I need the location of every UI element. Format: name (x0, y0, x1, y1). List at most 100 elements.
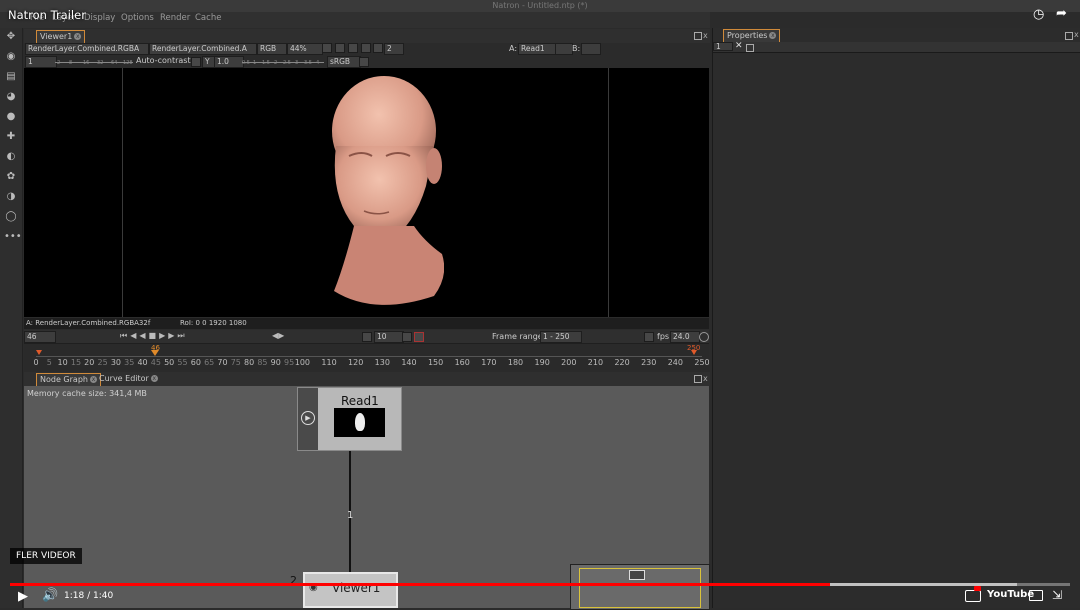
gain-field[interactable]: 1 (25, 56, 57, 68)
node-graph-canvas[interactable]: Memory cache size: 341,4 MB 1 ▶ Read1 2 … (24, 386, 710, 610)
timeline-tick-label: 20 (84, 358, 95, 367)
proxy-level-dropdown[interactable]: 2 (384, 43, 404, 55)
auto-contrast-label: Auto-contrast: (136, 56, 194, 65)
filter-tool-icon[interactable]: ● (4, 110, 18, 124)
play-icon[interactable]: ▶ (18, 589, 28, 604)
refresh-button[interactable] (348, 43, 358, 53)
float-pane-icon[interactable] (694, 375, 702, 383)
gamma-slider[interactable]: 0.5 1 1.5 2 2.5 3 3.5 4 (242, 56, 324, 67)
close-pane-icon[interactable]: x (1074, 30, 1079, 39)
float-pane-icon[interactable] (1065, 32, 1073, 40)
play-forward-icon[interactable]: ▶ (159, 331, 168, 340)
views-tool-icon[interactable]: ◯ (4, 210, 18, 224)
pause-render-button[interactable] (361, 43, 371, 53)
play-backward-icon[interactable]: ◀ (139, 331, 148, 340)
prev-keyframe-icon[interactable]: ◀ (130, 331, 139, 340)
color-tool-icon[interactable]: ◕ (4, 90, 18, 104)
last-frame-icon[interactable]: ⏭ (177, 331, 187, 340)
layer-dropdown[interactable]: RenderLayer.Combined.RGBA (25, 43, 149, 55)
close-pane-icon[interactable]: x (703, 31, 708, 40)
more-tools-icon[interactable]: ••• (4, 230, 22, 244)
float-pane-icon[interactable] (694, 32, 702, 40)
composite-operator-dropdown[interactable] (555, 43, 573, 55)
read-node[interactable]: ▶ Read1 (297, 387, 402, 451)
menu-render[interactable]: Render (160, 13, 190, 23)
format-guide-right (608, 68, 609, 317)
end-frame-marker-icon[interactable] (691, 350, 697, 355)
loop-mode-button[interactable] (414, 332, 424, 342)
timeline-tick-label: 55 (177, 358, 188, 367)
first-frame-icon[interactable]: ⏮ (120, 331, 130, 340)
clip-to-project-button[interactable] (322, 43, 332, 53)
auto-contrast-toggle[interactable] (191, 57, 201, 67)
zoom-dropdown[interactable]: 44% (287, 43, 323, 55)
close-pane-icon[interactable]: x (703, 374, 708, 383)
watch-later-icon[interactable]: ◷ (1033, 7, 1044, 22)
time-tool-icon[interactable]: ◑ (4, 190, 18, 204)
timeline-tick-label: 100 (294, 358, 311, 367)
close-icon[interactable]: x (74, 33, 82, 40)
menu-options[interactable]: Options (121, 13, 154, 23)
next-frame-icon[interactable]: ▶ (278, 331, 284, 340)
playhead-icon[interactable] (151, 350, 159, 356)
tab-viewer1[interactable]: Viewer1 x (36, 30, 86, 43)
channel-tool-icon[interactable]: ▤ (4, 70, 18, 84)
exit-fullscreen-icon[interactable]: ⇲ (1052, 588, 1062, 602)
timeline[interactable]: 46 250 0 5 10 15 20 25 30 35 40 45 50 55 60 65 70 75 80 8… (24, 343, 710, 370)
max-panels-field[interactable]: 1 (713, 42, 733, 51)
playback-controls: ⏮◀◀■▶▶⏭ (120, 331, 188, 341)
next-increment-button[interactable] (402, 332, 412, 342)
viewer-viewport[interactable] (24, 68, 709, 317)
frame-range-label: Frame range (492, 332, 543, 341)
share-icon[interactable]: ➦ (1056, 6, 1067, 21)
input-b-dropdown[interactable] (581, 43, 601, 55)
channel-label: FLER VIDEOR (10, 548, 82, 564)
turbo-mode-icon[interactable] (699, 332, 709, 342)
render-region-button[interactable] (335, 43, 345, 53)
merge-tool-icon[interactable]: ◐ (4, 150, 18, 164)
fps-label: fps (657, 332, 670, 341)
transform-tool-icon[interactable]: ✥ (4, 30, 18, 44)
timeline-tick-label: 10 (57, 358, 68, 367)
proxy-button[interactable] (373, 43, 383, 53)
hd-badge-icon (974, 586, 981, 591)
close-icon[interactable]: x (150, 375, 158, 382)
timeline-tick-label: 5 (46, 358, 52, 367)
current-frame-field[interactable]: 46 (24, 331, 56, 343)
volume-icon[interactable]: 🔊 (42, 588, 58, 603)
menu-cache[interactable]: Cache (195, 13, 221, 23)
minimize-panels-icon[interactable] (746, 44, 754, 52)
close-icon[interactable]: x (769, 32, 777, 39)
read-node-play-icon[interactable]: ▶ (301, 411, 315, 425)
start-frame-marker-icon[interactable] (36, 350, 42, 355)
stop-icon[interactable]: ■ (149, 331, 160, 340)
checkerboard-button[interactable] (359, 57, 369, 67)
gain-slider[interactable]: 2 8 16 32 64 128 (55, 56, 133, 67)
gamma-field[interactable]: 1.0 (214, 56, 244, 68)
tab-properties[interactable]: Properties x (723, 29, 781, 42)
alpha-dropdown[interactable]: RenderLayer.Combined.A (149, 43, 257, 55)
fps-field[interactable]: 24.0 (670, 331, 700, 343)
increment-field[interactable]: 10 (374, 331, 404, 343)
subtitles-icon[interactable] (965, 590, 981, 602)
tab-node-graph-label: Node Graph (40, 375, 88, 384)
clear-panels-icon[interactable]: ✕ (735, 41, 743, 51)
tab-node-graph[interactable]: Node Graph x (36, 373, 101, 386)
youtube-logo[interactable]: YouTube (987, 589, 1034, 600)
timeline-tick-label: 70 (217, 358, 228, 367)
cast-icon[interactable] (1029, 590, 1043, 601)
input-a-dropdown[interactable]: Read1 (518, 43, 557, 55)
colorspace-dropdown[interactable]: sRGB (327, 56, 361, 68)
fps-toggle[interactable] (644, 332, 654, 342)
video-title[interactable]: Natron Trailer (8, 8, 86, 22)
prev-increment-button[interactable] (362, 332, 372, 342)
frame-range-field[interactable]: 1 - 250 (540, 331, 582, 343)
paint-tool-icon[interactable]: ✿ (4, 170, 18, 184)
menu-display[interactable]: Display (84, 13, 115, 23)
channels-dropdown[interactable]: RGB (257, 43, 287, 55)
tab-viewer1-label: Viewer1 (40, 32, 73, 41)
tab-curve-editor[interactable]: Curve Editor x (96, 373, 161, 385)
timeline-tick-label: 210 (587, 358, 604, 367)
keyer-tool-icon[interactable]: ✚ (4, 130, 18, 144)
image-tool-icon[interactable]: ◉ (4, 50, 18, 64)
